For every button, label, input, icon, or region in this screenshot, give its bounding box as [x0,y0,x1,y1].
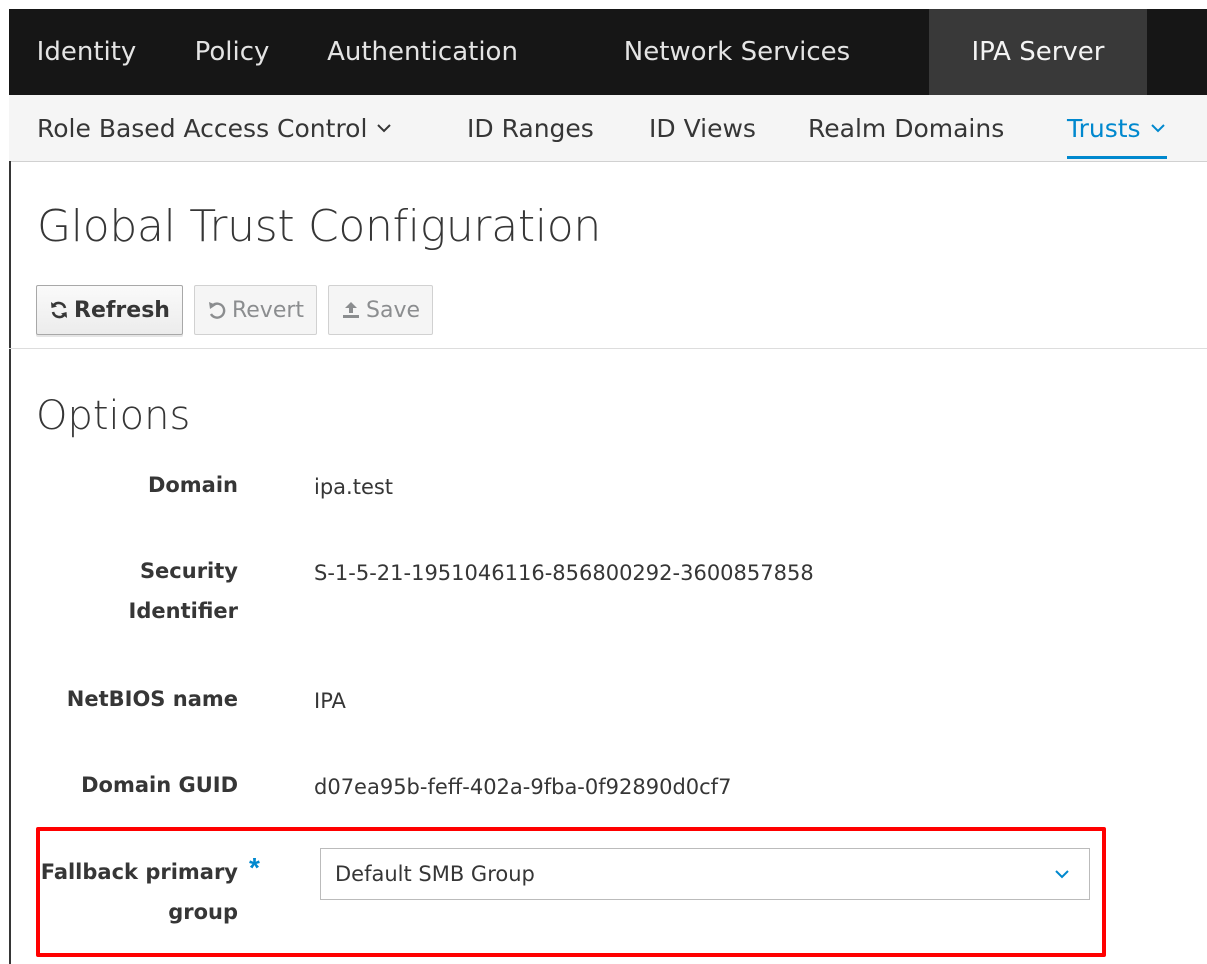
options-section-title: Options [36,393,191,439]
top-nav-policy[interactable]: Policy [164,9,300,95]
sub-navigation: Role Based Access Control ID Ranges ID V… [9,95,1207,162]
page-title: Global Trust Configuration [37,201,601,252]
top-navigation: Identity Policy Authentication Network S… [9,9,1207,95]
domain-guid-value: d07ea95b-feff-402a-9fba-0f92890d0cf7 [314,775,732,799]
save-button[interactable]: Save [328,285,434,335]
top-nav-identity[interactable]: Identity [9,9,164,95]
chevron-down-icon [1150,124,1165,133]
sub-nav-realm-domains[interactable]: Realm Domains [808,95,1004,161]
top-nav-network-services[interactable]: Network Services [545,9,929,95]
toolbar-divider [9,348,1207,349]
top-nav-ipa-server[interactable]: IPA Server [929,9,1147,95]
fallback-group-select[interactable]: Default SMB Group [320,848,1090,900]
security-identifier-label-line2: Identifier [128,599,238,623]
app-window: Identity Policy Authentication Network S… [9,9,1207,964]
sub-nav-trusts-label: Trusts [1067,113,1141,143]
upload-icon [343,302,360,318]
sub-nav-rbac-label: Role Based Access Control [37,113,368,143]
fallback-group-selected: Default SMB Group [335,862,535,886]
netbios-name-value: IPA [314,689,346,713]
sub-nav-id-views[interactable]: ID Views [649,95,756,161]
revert-button[interactable]: Revert [193,285,318,335]
left-border [9,161,11,964]
fallback-group-label: Fallback primary group [18,852,238,932]
netbios-name-label: NetBIOS name [66,687,238,711]
revert-button-label: Revert [231,297,305,323]
refresh-icon [51,301,67,319]
refresh-button-label: Refresh [74,297,170,323]
domain-value: ipa.test [314,475,394,499]
save-button-label: Save [366,297,421,323]
required-indicator: * [249,852,260,883]
fallback-group-label-line1: Fallback primary [40,860,238,884]
undo-icon [208,302,226,319]
sub-nav-id-ranges[interactable]: ID Ranges [467,95,594,161]
chevron-down-icon [1055,870,1069,879]
chevron-down-icon [377,124,392,133]
fallback-group-label-line2: group [168,900,238,924]
sub-nav-trusts[interactable]: Trusts [1067,95,1167,161]
refresh-button[interactable]: Refresh [36,285,183,335]
domain-label: Domain [147,473,238,497]
top-nav-authentication[interactable]: Authentication [300,9,545,95]
security-identifier-value: S-1-5-21-1951046116-856800292-3600857858 [314,561,814,585]
security-identifier-label: Security Identifier [38,551,238,631]
sub-nav-rbac[interactable]: Role Based Access Control [37,95,393,161]
toolbar: Refresh Revert Save [36,285,444,337]
domain-guid-label: Domain GUID [81,773,238,797]
security-identifier-label-line1: Security [139,559,238,583]
